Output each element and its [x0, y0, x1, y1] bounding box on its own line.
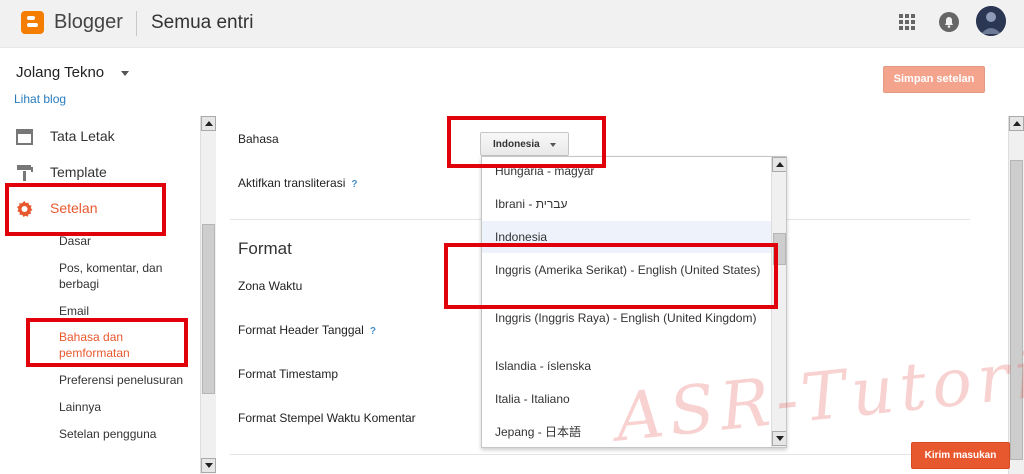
paint-roller-icon [17, 165, 33, 181]
language-option[interactable]: Ibrani - עברית [482, 197, 772, 212]
format-section-title: Format [238, 239, 292, 258]
sidebar-subitem-search-preferences[interactable]: Preferensi penelusuran [59, 372, 199, 388]
main-scrollbar[interactable] [1008, 116, 1024, 474]
view-blog-link[interactable]: Lihat blog [14, 92, 66, 106]
feedback-button[interactable]: Kirim masukan [911, 442, 1010, 469]
scroll-down-button[interactable] [201, 458, 216, 473]
highlight-box-english-us [444, 243, 778, 309]
timestamp-format-label: Format Timestamp [238, 367, 339, 381]
help-icon[interactable]: ? [351, 179, 357, 190]
sidebar-subitem-user-settings[interactable]: Setelan pengguna [59, 426, 199, 442]
sidebar-scrollbar[interactable] [200, 116, 216, 474]
highlight-box-settings [5, 183, 166, 236]
notifications-bell-icon[interactable] [938, 11, 960, 33]
scroll-up-button[interactable] [772, 157, 786, 172]
avatar[interactable] [976, 6, 1006, 36]
highlight-box-language-formatting [26, 318, 188, 367]
chevron-down-icon[interactable] [121, 71, 129, 76]
timezone-label: Zona Waktu [238, 279, 303, 293]
date-header-format-text: Format Header Tanggal [238, 323, 364, 337]
sidebar: Tata Letak Template Setelan Dasar Pos, k… [0, 116, 216, 474]
language-label: Bahasa [238, 132, 279, 146]
divider [230, 454, 970, 455]
sidebar-item-label: Template [50, 164, 107, 180]
title-divider [136, 11, 137, 36]
sidebar-item-layout[interactable]: Tata Letak [0, 122, 200, 152]
sidebar-subitem-other[interactable]: Lainnya [59, 399, 199, 415]
transliteration-label-text: Aktifkan transliterasi [238, 176, 346, 190]
scroll-up-button[interactable] [201, 116, 216, 131]
blog-header: Jolang Tekno Lihat blog Simpan setelan [0, 48, 1024, 116]
date-header-format-label: Format Header Tanggal? [238, 323, 376, 337]
language-option[interactable]: Inggris (Inggris Raya) - English (United… [482, 311, 772, 326]
top-app-bar: Blogger Semua entri [0, 0, 1024, 48]
apps-grid-icon[interactable] [897, 12, 917, 32]
comment-timestamp-format-label: Format Stempel Waktu Komentar [238, 411, 416, 425]
scroll-up-button[interactable] [1009, 116, 1024, 131]
transliteration-label: Aktifkan transliterasi? [238, 176, 357, 190]
sidebar-subitem-posts-comments[interactable]: Pos, komentar, dan berbagi [59, 260, 199, 292]
sidebar-scroll-thumb[interactable] [202, 224, 215, 394]
sidebar-item-label: Tata Letak [50, 128, 115, 144]
sidebar-subitem-email[interactable]: Email [59, 303, 199, 319]
highlight-box-language-select [447, 116, 606, 168]
app-name[interactable]: Blogger [54, 11, 123, 34]
layout-icon [16, 129, 33, 145]
page-title: Semua entri [151, 12, 254, 33]
help-icon[interactable]: ? [370, 326, 376, 337]
blog-selector[interactable]: Jolang Tekno [16, 64, 104, 81]
save-settings-button[interactable]: Simpan setelan [883, 66, 985, 93]
blogger-logo-icon[interactable] [21, 11, 44, 34]
